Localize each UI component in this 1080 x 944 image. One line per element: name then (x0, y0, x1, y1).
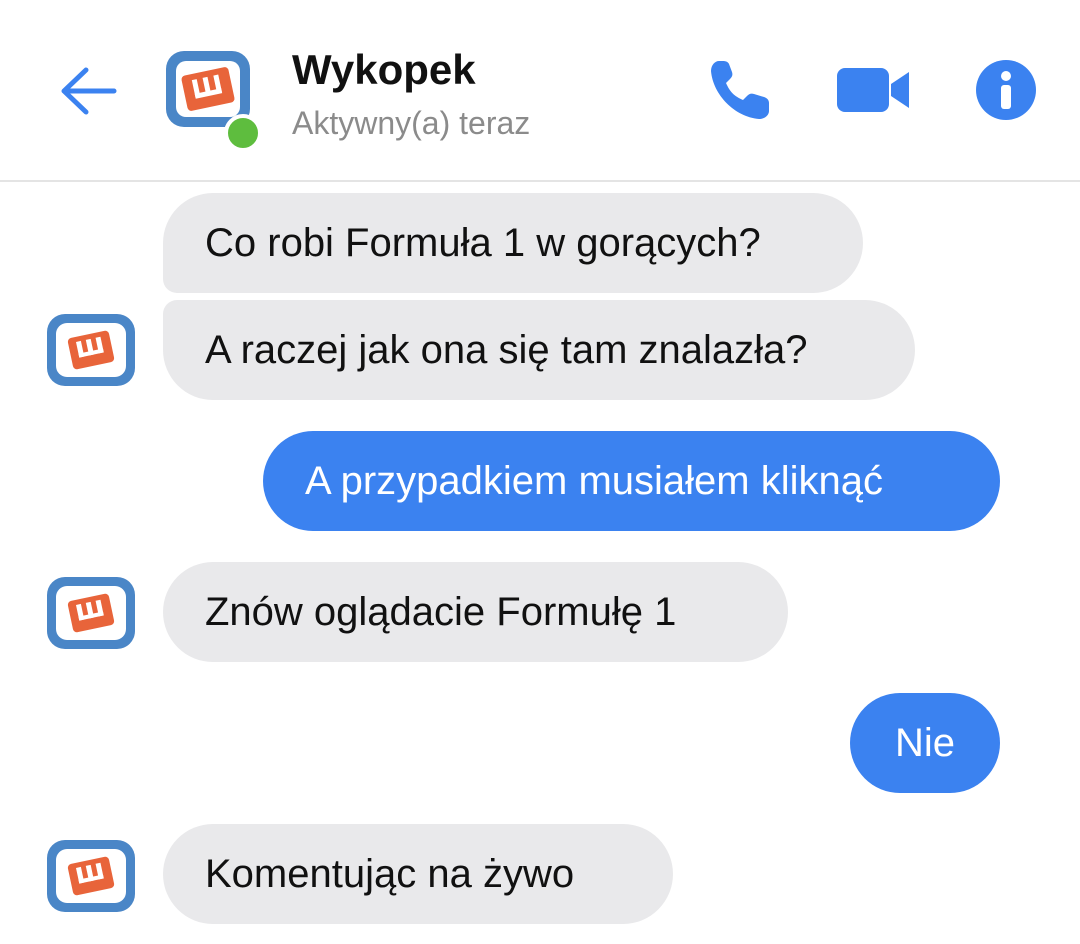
contact-name: Wykopek (292, 46, 476, 93)
contact-status: Aktywny(a) teraz (292, 105, 531, 141)
phone-icon (711, 61, 769, 119)
online-indicator (224, 114, 262, 152)
message-bubble-incoming[interactable]: Co robi Formuła 1 w gorących? (163, 193, 863, 293)
back-button[interactable] (55, 58, 121, 124)
message-bubble-outgoing[interactable]: A przypadkiem musiałem kliknąć (263, 431, 1000, 531)
info-icon (976, 60, 1036, 120)
message-bubble-incoming[interactable]: A raczej jak ona się tam znalazła? (163, 300, 915, 400)
info-button[interactable] (966, 50, 1046, 130)
call-button[interactable] (700, 50, 780, 130)
sender-avatar[interactable] (45, 312, 137, 388)
chat-header: Wykopek Aktywny(a) teraz (0, 0, 1080, 182)
video-camera-icon (837, 68, 909, 112)
sender-avatar[interactable] (45, 575, 137, 651)
message-bubble-outgoing[interactable]: Nie (850, 693, 1000, 793)
video-call-button[interactable] (833, 50, 913, 130)
sender-avatar[interactable] (45, 838, 137, 914)
message-bubble-incoming[interactable]: Znów oglądacie Formułę 1 (163, 562, 788, 662)
message-bubble-incoming[interactable]: Komentując na żywo (163, 824, 673, 924)
arrow-left-icon (61, 67, 117, 115)
